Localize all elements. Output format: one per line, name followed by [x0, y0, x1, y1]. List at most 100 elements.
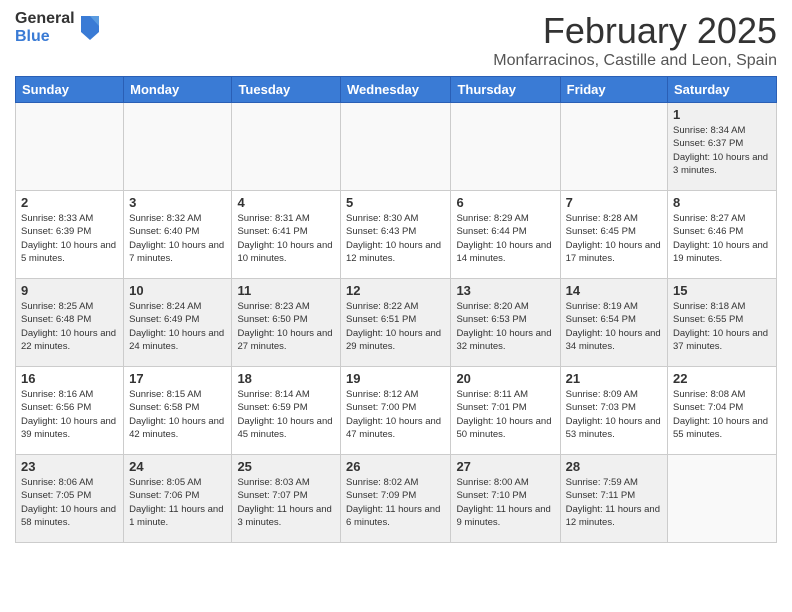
calendar-cell: 4 Sunrise: 8:31 AMSunset: 6:41 PMDaylight… [232, 191, 341, 279]
calendar-week-2: 9 Sunrise: 8:25 AMSunset: 6:48 PMDaylight… [16, 279, 777, 367]
day-info: Sunrise: 8:27 AMSunset: 6:46 PMDaylight:… [673, 212, 771, 265]
day-info: Sunrise: 8:09 AMSunset: 7:03 PMDaylight:… [566, 388, 662, 441]
day-info: Sunrise: 8:12 AMSunset: 7:00 PMDaylight:… [346, 388, 445, 441]
day-number: 21 [566, 371, 662, 386]
day-info: Sunrise: 8:29 AMSunset: 6:44 PMDaylight:… [456, 212, 554, 265]
day-info: Sunrise: 8:03 AMSunset: 7:07 PMDaylight:… [237, 476, 335, 529]
day-number: 6 [456, 195, 554, 210]
calendar-cell: 13 Sunrise: 8:20 AMSunset: 6:53 PMDayligh… [451, 279, 560, 367]
day-number: 25 [237, 459, 335, 474]
calendar-cell: 11 Sunrise: 8:23 AMSunset: 6:50 PMDayligh… [232, 279, 341, 367]
calendar-cell [16, 103, 124, 191]
calendar-week-0: 1Sunrise: 8:34 AMSunset: 6:37 PMDaylight… [16, 103, 777, 191]
day-number: 15 [673, 283, 771, 298]
month-title: February 2025 [493, 10, 777, 52]
header-wednesday: Wednesday [341, 77, 451, 103]
day-info: Sunrise: 8:08 AMSunset: 7:04 PMDaylight:… [673, 388, 771, 441]
calendar-cell: 17Sunrise: 8:15 AMSunset: 6:58 PMDayligh… [124, 367, 232, 455]
day-number: 18 [237, 371, 335, 386]
calendar-cell: 22 Sunrise: 8:08 AMSunset: 7:04 PMDayligh… [668, 367, 777, 455]
calendar-week-4: 23 Sunrise: 8:06 AMSunset: 7:05 PMDayligh… [16, 455, 777, 543]
title-block: February 2025 Monfarracinos, Castille an… [493, 10, 777, 70]
day-info: Sunrise: 8:22 AMSunset: 6:51 PMDaylight:… [346, 300, 445, 353]
day-info: Sunrise: 8:25 AMSunset: 6:48 PMDaylight:… [21, 300, 118, 353]
day-info: Sunrise: 8:34 AMSunset: 6:37 PMDaylight:… [673, 124, 771, 177]
day-info: Sunrise: 8:14 AMSunset: 6:59 PMDaylight:… [237, 388, 335, 441]
day-number: 12 [346, 283, 445, 298]
day-number: 7 [566, 195, 662, 210]
day-number: 17 [129, 371, 226, 386]
day-info: Sunrise: 8:05 AMSunset: 7:06 PMDaylight:… [129, 476, 226, 529]
location-title: Monfarracinos, Castille and Leon, Spain [493, 52, 777, 70]
day-info: Sunrise: 8:19 AMSunset: 6:54 PMDaylight:… [566, 300, 662, 353]
day-info: Sunrise: 8:31 AMSunset: 6:41 PMDaylight:… [237, 212, 335, 265]
calendar-cell: 3 Sunrise: 8:32 AMSunset: 6:40 PMDaylight… [124, 191, 232, 279]
day-info: Sunrise: 8:20 AMSunset: 6:53 PMDaylight:… [456, 300, 554, 353]
day-number: 23 [21, 459, 118, 474]
day-number: 2 [21, 195, 118, 210]
calendar-cell: 10Sunrise: 8:24 AMSunset: 6:49 PMDayligh… [124, 279, 232, 367]
calendar-cell: 21 Sunrise: 8:09 AMSunset: 7:03 PMDayligh… [560, 367, 667, 455]
calendar-cell: 16Sunrise: 8:16 AMSunset: 6:56 PMDayligh… [16, 367, 124, 455]
day-number: 11 [237, 283, 335, 298]
day-number: 3 [129, 195, 226, 210]
logo-text: General Blue [15, 10, 75, 46]
day-info: Sunrise: 8:24 AMSunset: 6:49 PMDaylight:… [129, 300, 226, 353]
page-container: General Blue February 2025 Monfarracinos… [0, 0, 792, 553]
header-monday: Monday [124, 77, 232, 103]
day-info: Sunrise: 8:06 AMSunset: 7:05 PMDaylight:… [21, 476, 118, 529]
calendar-cell: 5 Sunrise: 8:30 AMSunset: 6:43 PMDaylight… [341, 191, 451, 279]
calendar-cell: 14Sunrise: 8:19 AMSunset: 6:54 PMDayligh… [560, 279, 667, 367]
day-number: 5 [346, 195, 445, 210]
calendar-cell: 24 Sunrise: 8:05 AMSunset: 7:06 PMDayligh… [124, 455, 232, 543]
calendar-cell: 12 Sunrise: 8:22 AMSunset: 6:51 PMDayligh… [341, 279, 451, 367]
header-saturday: Saturday [668, 77, 777, 103]
logo: General Blue [15, 10, 101, 46]
day-number: 27 [456, 459, 554, 474]
calendar-cell: 9 Sunrise: 8:25 AMSunset: 6:48 PMDaylight… [16, 279, 124, 367]
calendar-cell [341, 103, 451, 191]
calendar-week-1: 2 Sunrise: 8:33 AMSunset: 6:39 PMDaylight… [16, 191, 777, 279]
calendar-cell: 18 Sunrise: 8:14 AMSunset: 6:59 PMDayligh… [232, 367, 341, 455]
calendar-cell: 1Sunrise: 8:34 AMSunset: 6:37 PMDaylight… [668, 103, 777, 191]
day-number: 26 [346, 459, 445, 474]
day-info: Sunrise: 8:18 AMSunset: 6:55 PMDaylight:… [673, 300, 771, 353]
header-tuesday: Tuesday [232, 77, 341, 103]
header-sunday: Sunday [16, 77, 124, 103]
day-number: 19 [346, 371, 445, 386]
day-number: 9 [21, 283, 118, 298]
day-number: 22 [673, 371, 771, 386]
calendar-table: Sunday Monday Tuesday Wednesday Thursday… [15, 76, 777, 543]
calendar-cell: 23 Sunrise: 8:06 AMSunset: 7:05 PMDayligh… [16, 455, 124, 543]
calendar-cell: 28 Sunrise: 7:59 AMSunset: 7:11 PMDayligh… [560, 455, 667, 543]
logo-blue: Blue [15, 28, 50, 45]
day-number: 24 [129, 459, 226, 474]
calendar-cell: 7 Sunrise: 8:28 AMSunset: 6:45 PMDaylight… [560, 191, 667, 279]
day-info: Sunrise: 8:16 AMSunset: 6:56 PMDaylight:… [21, 388, 118, 441]
day-info: Sunrise: 8:00 AMSunset: 7:10 PMDaylight:… [456, 476, 554, 529]
day-info: Sunrise: 8:11 AMSunset: 7:01 PMDaylight:… [456, 388, 554, 441]
day-number: 4 [237, 195, 335, 210]
day-info: Sunrise: 8:30 AMSunset: 6:43 PMDaylight:… [346, 212, 445, 265]
day-number: 8 [673, 195, 771, 210]
calendar-cell: 6 Sunrise: 8:29 AMSunset: 6:44 PMDaylight… [451, 191, 560, 279]
day-info: Sunrise: 8:23 AMSunset: 6:50 PMDaylight:… [237, 300, 335, 353]
day-number: 28 [566, 459, 662, 474]
calendar-cell: 27 Sunrise: 8:00 AMSunset: 7:10 PMDayligh… [451, 455, 560, 543]
calendar-cell: 15 Sunrise: 8:18 AMSunset: 6:55 PMDayligh… [668, 279, 777, 367]
calendar-cell: 25 Sunrise: 8:03 AMSunset: 7:07 PMDayligh… [232, 455, 341, 543]
calendar-cell: 20 Sunrise: 8:11 AMSunset: 7:01 PMDayligh… [451, 367, 560, 455]
day-number: 13 [456, 283, 554, 298]
day-info: Sunrise: 7:59 AMSunset: 7:11 PMDaylight:… [566, 476, 662, 529]
calendar-cell [232, 103, 341, 191]
day-info: Sunrise: 8:32 AMSunset: 6:40 PMDaylight:… [129, 212, 226, 265]
header-thursday: Thursday [451, 77, 560, 103]
day-info: Sunrise: 8:28 AMSunset: 6:45 PMDaylight:… [566, 212, 662, 265]
logo-icon [79, 12, 101, 45]
calendar-cell: 26Sunrise: 8:02 AMSunset: 7:09 PMDayligh… [341, 455, 451, 543]
calendar-cell [451, 103, 560, 191]
day-number: 20 [456, 371, 554, 386]
calendar-cell [124, 103, 232, 191]
calendar-week-3: 16Sunrise: 8:16 AMSunset: 6:56 PMDayligh… [16, 367, 777, 455]
day-info: Sunrise: 8:33 AMSunset: 6:39 PMDaylight:… [21, 212, 118, 265]
